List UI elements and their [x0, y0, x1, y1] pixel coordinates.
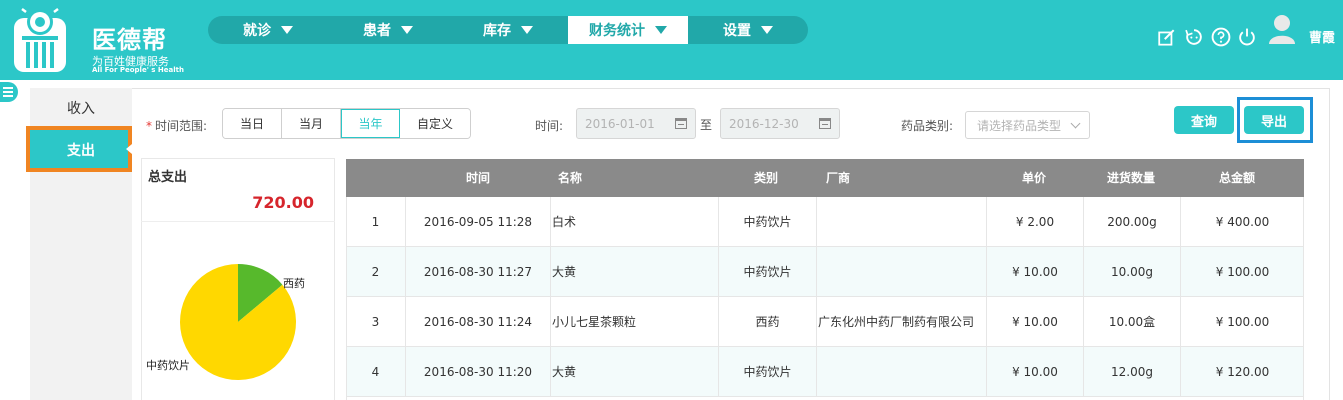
col-name: 名称	[558, 171, 583, 185]
date-from-input[interactable]: 2016-01-01	[576, 108, 696, 139]
logo	[12, 5, 82, 78]
calendar-icon	[819, 118, 831, 129]
range-custom-button[interactable]: 自定义	[400, 109, 470, 138]
power-icon[interactable]	[1237, 27, 1257, 47]
time-label: 时间:	[535, 119, 564, 133]
nav-item-finance[interactable]: 财务统计	[568, 16, 688, 44]
brand-slogan-en: All For People' s Health	[92, 66, 184, 74]
col-unit-price: 单价	[1022, 171, 1047, 185]
pie-label-western: 西药	[283, 277, 305, 290]
nav-item-patients[interactable]: 患者	[328, 16, 448, 44]
caret-down-icon	[281, 26, 293, 34]
main-nav: 就诊 患者 库存 财务统计 设置	[208, 16, 808, 44]
date-to-value: 2016-12-30	[729, 116, 799, 131]
query-button[interactable]: 查询	[1174, 106, 1234, 134]
time-range-segment: 当日 当月 当年 自定义	[222, 108, 471, 139]
time-range-label: * 时间范围:	[146, 119, 208, 133]
edit-icon[interactable]	[1157, 28, 1177, 48]
nav-label: 就诊	[243, 23, 271, 39]
col-index	[346, 159, 406, 197]
col-category: 类别	[754, 171, 779, 185]
brand-name: 医德帮	[92, 26, 167, 54]
avatar[interactable]	[1268, 14, 1296, 44]
divider	[141, 221, 335, 222]
col-total: 总金额	[1219, 171, 1256, 185]
summary-value: 720.00	[252, 193, 314, 212]
highlight-box	[1237, 97, 1313, 143]
drug-type-placeholder: 请选择药品类型	[977, 118, 1062, 133]
summary-title: 总支出	[148, 170, 188, 185]
date-to-input[interactable]: 2016-12-30	[720, 108, 840, 139]
date-separator: 至	[700, 118, 713, 132]
drug-type-select[interactable]: 请选择药品类型	[965, 111, 1090, 139]
caret-down-icon	[655, 26, 667, 34]
table-header: 时间 名称 类别 厂商 单价 进货数量 总金额	[346, 159, 1304, 197]
user-name[interactable]: 曹霞	[1309, 27, 1335, 46]
col-quantity: 进货数量	[1107, 171, 1156, 185]
caret-down-icon	[761, 26, 773, 34]
table-frame	[346, 197, 1304, 400]
nav-label: 患者	[363, 23, 391, 39]
range-today-button[interactable]: 当日	[223, 109, 282, 138]
col-time: 时间	[466, 171, 491, 185]
help-icon[interactable]	[1211, 27, 1231, 47]
sidebar-item-label: 收入	[67, 101, 95, 117]
drug-type-label: 药品类别:	[901, 119, 954, 133]
caret-down-icon	[401, 26, 413, 34]
top-header: 医德帮 为百姓健康服务 All For People' s Health 就诊 …	[0, 0, 1343, 80]
sidebar-item-income[interactable]: 收入	[30, 88, 132, 128]
date-from-value: 2016-01-01	[585, 116, 655, 131]
pie-label-chinese-herbs: 中药饮片	[146, 359, 190, 372]
nav-label: 财务统计	[589, 23, 645, 39]
menu-toggle-button[interactable]	[0, 82, 18, 102]
col-manufacturer: 厂商	[826, 171, 851, 185]
calendar-icon	[675, 118, 687, 129]
highlight-box	[26, 126, 132, 172]
active-pointer-icon	[126, 144, 132, 154]
range-year-button[interactable]: 当年	[341, 109, 400, 138]
nav-label: 库存	[483, 23, 511, 39]
caret-down-icon	[521, 26, 533, 34]
chevron-down-icon	[1070, 118, 1081, 129]
nav-label: 设置	[723, 23, 751, 39]
range-month-button[interactable]: 当月	[282, 109, 341, 138]
nav-item-visit[interactable]: 就诊	[208, 16, 328, 44]
sync-icon[interactable]	[1184, 27, 1204, 47]
nav-item-settings[interactable]: 设置	[688, 16, 808, 44]
nav-item-inventory[interactable]: 库存	[448, 16, 568, 44]
